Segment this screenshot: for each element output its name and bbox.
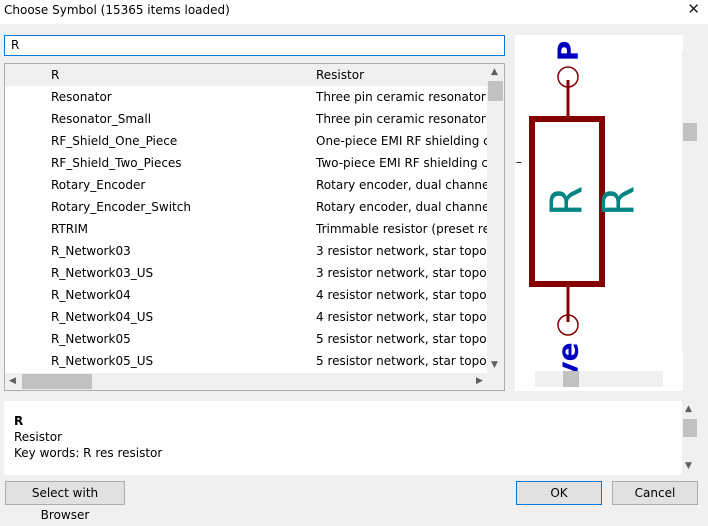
symbol-name: R <box>51 68 60 82</box>
symbol-description: Rotary encoder, dual channel, inc <box>316 178 489 192</box>
title-bar: Choose Symbol (15365 items loaded) ✕ <box>0 0 708 24</box>
close-icon[interactable]: ✕ <box>687 0 700 18</box>
symbol-description: Trimmable resistor (preset resisto <box>316 222 489 236</box>
symbol-list[interactable]: R Resistor Resonator Three pin ceramic reso… <box>4 63 505 391</box>
reference-label: R <box>542 186 593 217</box>
window-title: Choose Symbol (15365 items loaded) <box>4 3 230 17</box>
symbol-name: R_Network05_US <box>51 354 154 368</box>
ok-button[interactable]: OK <box>516 481 602 505</box>
symbol-description: 4 resistor network, star topology, <box>316 310 489 324</box>
list-row[interactable]: R_Network03 3 resistor network, star topo… <box>5 240 490 262</box>
minus-mark: – <box>516 155 522 169</box>
list-row[interactable]: R_Network04 4 resistor network, star topo… <box>5 284 490 306</box>
cancel-button[interactable]: Cancel <box>612 481 698 505</box>
value-label: R <box>594 186 645 217</box>
list-row[interactable]: Resonator Three pin ceramic resonator <box>5 86 490 108</box>
list-vertical-scrollbar[interactable]: ▲ ▼ <box>487 64 504 374</box>
preview-vertical-scrollbar[interactable] <box>682 52 698 352</box>
list-vertical-scroll-thumb[interactable] <box>488 81 503 101</box>
symbol-description: 3 resistor network, star topology, <box>316 266 489 280</box>
symbol-name: Rotary_Encoder <box>51 178 146 192</box>
list-row[interactable]: RTRIM Trimmable resistor (preset resisto <box>5 218 490 240</box>
details-vertical-scroll-thumb[interactable] <box>683 419 697 437</box>
symbol-description: 4 resistor network, star topology, <box>316 288 489 302</box>
symbol-name: R_Network04 <box>51 288 131 302</box>
list-row[interactable]: R_Network04_US 4 resistor network, star t… <box>5 306 490 328</box>
details-vertical-scrollbar[interactable]: ▲ ▼ <box>682 401 698 475</box>
scroll-left-icon[interactable]: ◀ <box>9 376 16 386</box>
scroll-right-icon[interactable]: ▶ <box>476 376 483 386</box>
list-row[interactable]: Rotary_Encoder_Switch Rotary encoder, dua… <box>5 196 490 218</box>
symbol-description: One-piece EMI RF shielding cabi <box>316 134 489 148</box>
list-row[interactable]: RF_Shield_One_Piece One-piece EMI RF shie… <box>5 130 490 152</box>
symbol-name: Resonator <box>51 90 112 104</box>
detail-keywords: Key words: R res resistor <box>14 446 163 460</box>
details-panel: R Resistor Key words: R res resistor <box>4 401 682 475</box>
list-row[interactable]: R_Network05_US 5 resistor network, star t… <box>5 350 490 372</box>
top-pin-name: P <box>552 41 585 62</box>
scroll-corner <box>487 373 504 390</box>
symbol-description: Resistor <box>316 68 364 82</box>
symbol-name: R_Network05 <box>51 332 131 346</box>
symbol-description: Three pin ceramic resonator <box>316 90 486 104</box>
detail-description: Resistor <box>14 430 62 444</box>
list-row[interactable]: Rotary_Encoder Rotary encoder, dual chann… <box>5 174 490 196</box>
symbol-name: RTRIM <box>51 222 89 236</box>
preview-horizontal-scroll-thumb[interactable] <box>563 371 579 387</box>
list-row[interactable]: R_Network05 5 resistor network, star topo… <box>5 328 490 350</box>
search-input[interactable]: R <box>4 35 505 56</box>
list-row[interactable]: R_Network03_US 3 resistor network, star t… <box>5 262 490 284</box>
symbol-description: 3 resistor network, star topology, <box>316 244 489 258</box>
symbol-description: 5 resistor network, star topology, <box>316 332 489 346</box>
resistor-symbol-graphic: R R P ve – <box>516 41 645 380</box>
list-row[interactable]: Resonator_Small Three pin ceramic resonat… <box>5 108 490 130</box>
details-scroll-up-icon[interactable]: ▲ <box>685 404 692 414</box>
symbol-description: Rotary encoder, dual channel, inc <box>316 200 489 214</box>
symbol-name: R_Network03_US <box>51 266 154 280</box>
symbol-name: Resonator_Small <box>51 112 152 126</box>
preview-vertical-scroll-thumb[interactable] <box>683 123 697 141</box>
detail-name: R <box>14 414 24 428</box>
symbol-description: 5 resistor network, star topology, <box>316 354 489 368</box>
scroll-down-icon[interactable]: ▼ <box>491 360 498 370</box>
symbol-preview: R R P ve – <box>515 35 683 391</box>
list-horizontal-scroll-thumb[interactable] <box>22 374 92 389</box>
scroll-up-icon[interactable]: ▲ <box>491 67 498 77</box>
symbol-name: R_Network04_US <box>51 310 154 324</box>
preview-horizontal-scrollbar[interactable] <box>535 371 663 387</box>
symbol-description: Three pin ceramic resonator, sma <box>316 112 489 126</box>
details-scroll-down-icon[interactable]: ▼ <box>685 461 692 471</box>
select-with-browser-button[interactable]: Select with Browser <box>5 481 125 522</box>
list-row[interactable]: RF_Shield_Two_Pieces Two-piece EMI RF shi… <box>5 152 490 174</box>
symbol-name: RF_Shield_Two_Pieces <box>51 156 182 170</box>
symbol-name: R_Network03 <box>51 244 131 258</box>
list-horizontal-scrollbar[interactable]: ◀ ▶ <box>5 373 489 390</box>
list-row[interactable]: R Resistor <box>5 64 490 86</box>
symbol-name: Rotary_Encoder_Switch <box>51 200 191 214</box>
symbol-description: Two-piece EMI RF shielding cabi <box>316 156 489 170</box>
symbol-name: RF_Shield_One_Piece <box>51 134 178 148</box>
